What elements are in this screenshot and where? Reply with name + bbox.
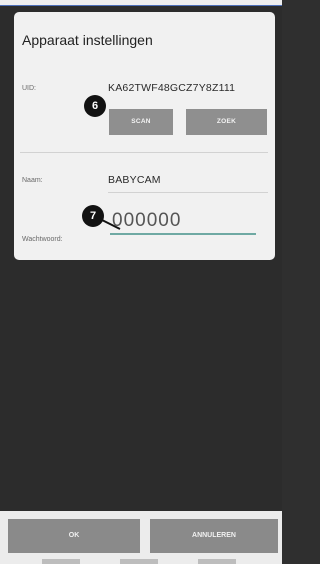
uid-field[interactable]: KA62TWF48GCZ7Y8Z111: [108, 82, 235, 94]
nav-bar-button-right[interactable]: [198, 559, 236, 564]
dialog-title: Apparaat instellingen: [22, 32, 153, 48]
name-field[interactable]: BABYCAM: [108, 174, 161, 186]
callout-6-badge: 6: [84, 95, 106, 117]
ok-button[interactable]: OK: [8, 519, 140, 553]
divider: [20, 152, 268, 153]
cancel-button[interactable]: ANNULEREN: [150, 519, 278, 553]
password-field-underline: [110, 233, 256, 235]
password-field[interactable]: 000000: [112, 210, 181, 232]
app-screen: Apparaat instellingen UID: KA62TWF48GCZ7…: [0, 0, 282, 564]
top-edge: [0, 0, 282, 6]
password-label: Wachtwoord:: [22, 236, 63, 243]
name-field-underline: [108, 192, 268, 193]
uid-label: UID:: [22, 85, 36, 92]
nav-bar-button-left[interactable]: [42, 559, 80, 564]
zoek-button[interactable]: ZOEK: [186, 109, 267, 135]
scan-button[interactable]: SCAN: [109, 109, 173, 135]
name-label: Naam:: [22, 177, 43, 184]
dialog-action-bar: OK ANNULEREN: [0, 511, 282, 564]
nav-bar-button-center[interactable]: [120, 559, 158, 564]
